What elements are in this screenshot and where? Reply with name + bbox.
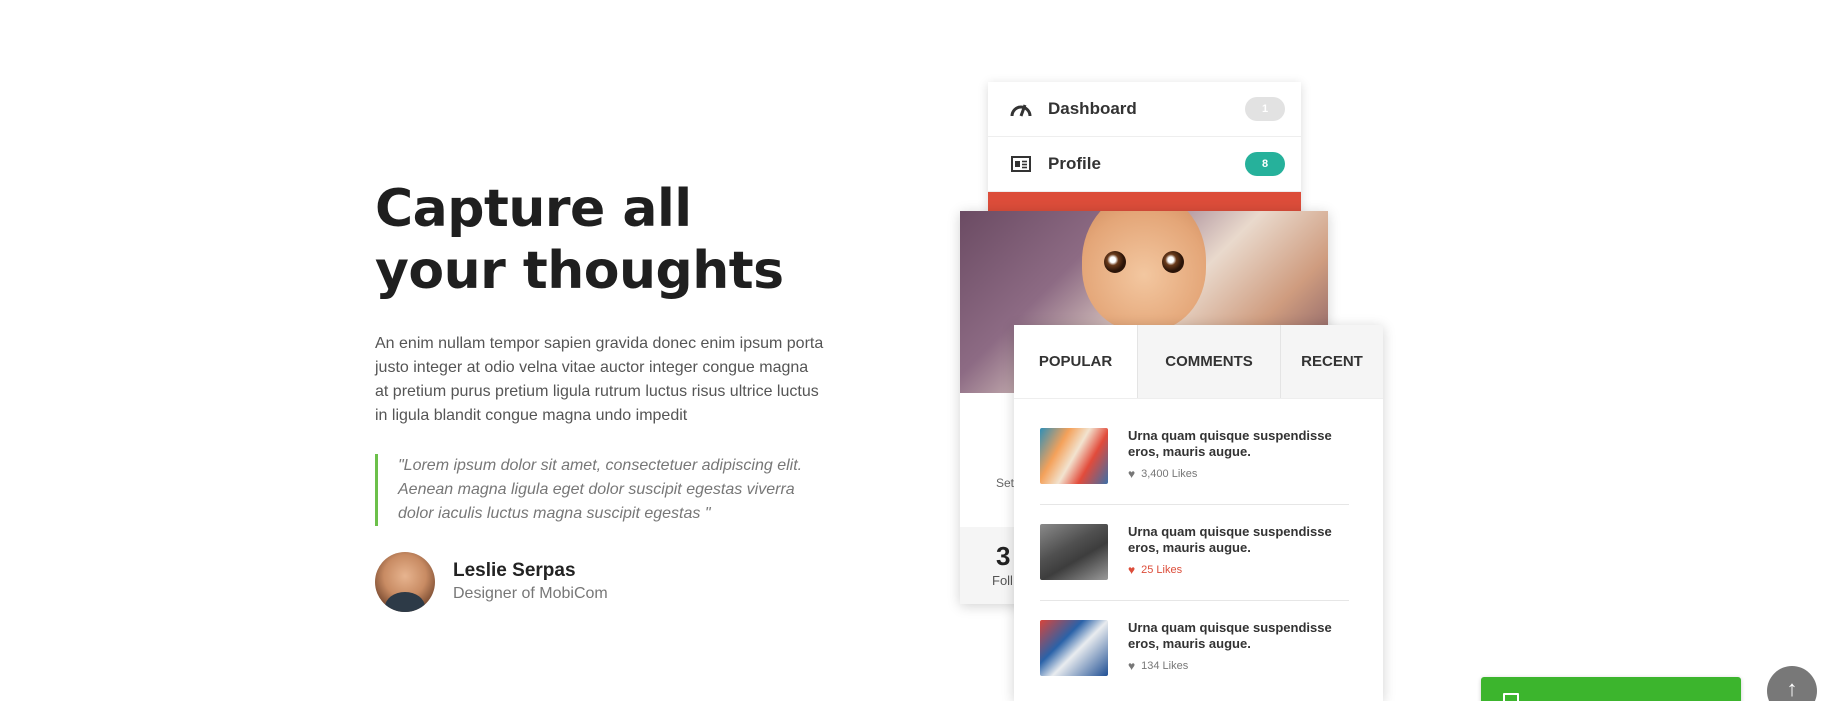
hero-headline: Capture all your thoughts — [375, 179, 784, 301]
gauge-icon — [1010, 98, 1032, 120]
post-body: Urna quam quisque suspendisse eros, maur… — [1128, 428, 1349, 524]
heart-icon: ♥ — [1128, 659, 1136, 673]
list-item[interactable]: Urna quam quisque suspendisse eros, maur… — [1040, 524, 1349, 620]
hero-quote: "Lorem ipsum dolor sit amet, consectetue… — [375, 454, 815, 526]
back-to-top-button[interactable]: ↑ — [1767, 666, 1817, 701]
list-item[interactable]: Urna quam quisque suspendisse eros, maur… — [1040, 620, 1349, 701]
menu-card: Dashboard 1 Profile 8 — [988, 82, 1301, 212]
author-avatar — [375, 552, 435, 612]
list-item[interactable]: Urna quam quisque suspendisse eros, maur… — [1040, 428, 1349, 524]
author-text: Leslie Serpas Designer of MobiCom — [453, 559, 608, 605]
menu-label-profile: Profile — [1048, 154, 1101, 173]
heart-icon: ♥ — [1128, 563, 1136, 577]
post-thumbnail — [1040, 524, 1108, 580]
stat-number: 3 — [996, 541, 1011, 571]
author-role: Designer of MobiCom — [453, 585, 608, 602]
profile-badge: 8 — [1245, 152, 1285, 176]
heart-icon: ♥ — [1128, 467, 1136, 481]
stat-label: Foll — [992, 573, 1013, 588]
author-name: Leslie Serpas — [453, 560, 576, 581]
menu-item-active-partial[interactable] — [988, 192, 1301, 212]
post-body: Urna quam quisque suspendisse eros, maur… — [1128, 620, 1349, 701]
post-title: Urna quam quisque suspendisse eros, maur… — [1128, 428, 1332, 459]
tab-recent[interactable]: RECENT — [1280, 325, 1383, 398]
doll-illustration — [1082, 211, 1206, 331]
post-likes: ♥ 3,400 Likes — [1128, 468, 1349, 480]
tab-popular[interactable]: POPULAR — [1014, 325, 1137, 398]
post-likes: ♥ 134 Likes — [1128, 660, 1349, 672]
chat-button[interactable] — [1481, 677, 1741, 701]
post-thumbnail — [1040, 620, 1108, 676]
post-title: Urna quam quisque suspendisse eros, maur… — [1128, 620, 1332, 651]
menu-item-dashboard[interactable]: Dashboard 1 — [988, 82, 1301, 137]
likes-count: 3,400 Likes — [1141, 468, 1198, 480]
post-divider — [1040, 504, 1349, 505]
hero-section: Capture all your thoughts An enim nullam… — [375, 178, 835, 612]
post-divider — [1040, 600, 1349, 601]
author-block: Leslie Serpas Designer of MobiCom — [375, 552, 835, 612]
id-card-icon — [1010, 153, 1032, 175]
chat-icon — [1503, 693, 1519, 701]
doll-eye-left — [1104, 251, 1126, 273]
arrow-up-icon: ↑ — [1786, 676, 1798, 701]
likes-count: 134 Likes — [1141, 660, 1189, 672]
post-title: Urna quam quisque suspendisse eros, maur… — [1128, 524, 1332, 555]
doll-eye-right — [1162, 251, 1184, 273]
hero-intro: An enim nullam tempor sapien gravida don… — [375, 335, 824, 424]
post-body: Urna quam quisque suspendisse eros, maur… — [1128, 524, 1349, 620]
tab-comments[interactable]: COMMENTS — [1137, 325, 1280, 398]
post-likes: ♥ 25 Likes — [1128, 564, 1349, 576]
tab-bar: POPULAR COMMENTS RECENT — [1014, 325, 1383, 399]
menu-label-dashboard: Dashboard — [1048, 99, 1137, 118]
post-thumbnail — [1040, 428, 1108, 484]
menu-item-profile[interactable]: Profile 8 — [988, 137, 1301, 192]
dashboard-badge: 1 — [1245, 97, 1285, 121]
likes-count: 25 Likes — [1141, 564, 1183, 576]
tabs-widget: POPULAR COMMENTS RECENT Urna quam quisqu… — [1014, 325, 1383, 701]
profile-partial-label: Set — [996, 476, 1015, 490]
